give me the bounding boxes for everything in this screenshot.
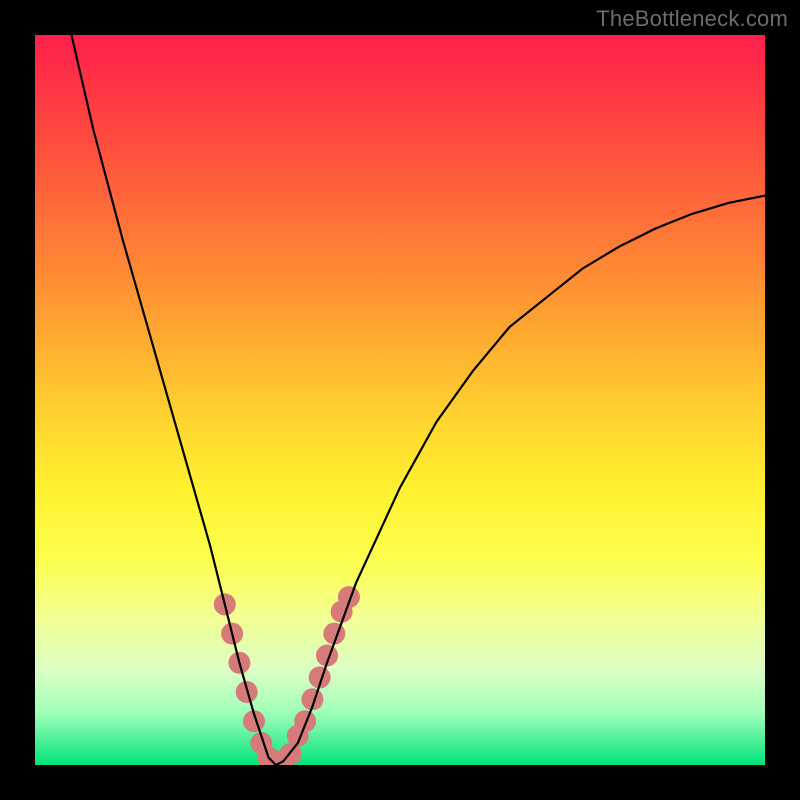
highlight-dot — [294, 710, 316, 732]
watermark-text: TheBottleneck.com — [596, 6, 788, 32]
plot-area — [35, 35, 765, 765]
chart-svg — [35, 35, 765, 765]
bottleneck-curve — [72, 35, 766, 765]
outer-frame: TheBottleneck.com — [0, 0, 800, 800]
highlight-dots-group — [214, 586, 360, 765]
